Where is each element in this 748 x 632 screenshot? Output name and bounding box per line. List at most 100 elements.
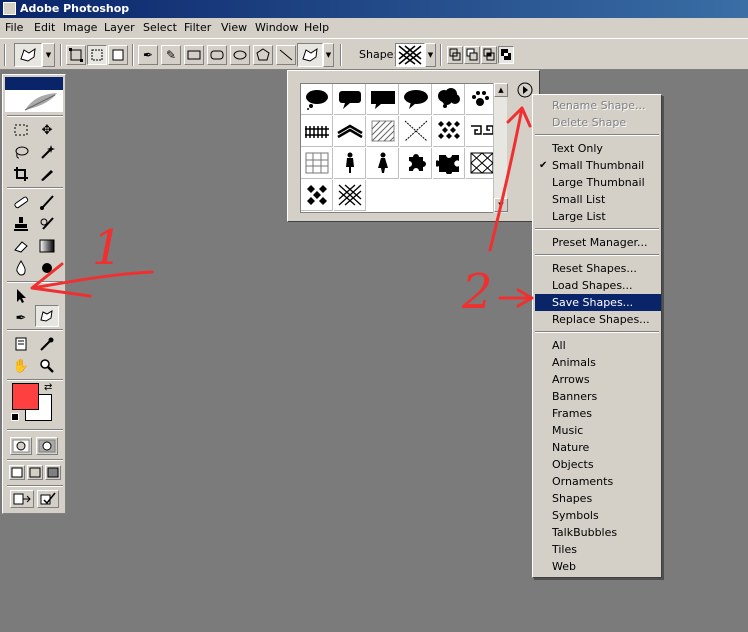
standard-screen-mode-button[interactable] bbox=[9, 465, 25, 480]
menu-item-music[interactable]: Music bbox=[535, 422, 661, 439]
adobe-online-logo[interactable] bbox=[5, 90, 63, 112]
shape-thumbnail[interactable] bbox=[400, 116, 432, 147]
ellipse-tool-button[interactable] bbox=[230, 45, 250, 65]
menu-item-talkbubbles[interactable]: TalkBubbles bbox=[535, 524, 661, 541]
eraser-tool[interactable] bbox=[9, 235, 33, 257]
tool-preset-dropdown[interactable]: ▼ bbox=[42, 43, 55, 67]
menu-item-reset-shapes[interactable]: Reset Shapes... bbox=[535, 260, 661, 277]
menu-help[interactable]: Help bbox=[304, 18, 329, 38]
eyedropper-tool[interactable] bbox=[35, 333, 59, 355]
swap-colors-icon[interactable]: ⇄ bbox=[44, 382, 52, 393]
foreground-color-swatch[interactable] bbox=[12, 383, 39, 410]
custom-shape-tool-button[interactable] bbox=[297, 43, 323, 67]
paths-button[interactable] bbox=[87, 45, 107, 65]
slice-tool[interactable] bbox=[35, 163, 59, 185]
subtract-shape-area-button[interactable] bbox=[464, 46, 480, 64]
shape-thumbnail[interactable] bbox=[400, 84, 432, 115]
menu-item-animals[interactable]: Animals bbox=[535, 354, 661, 371]
blur-tool[interactable] bbox=[9, 257, 33, 279]
menu-select[interactable]: Select bbox=[143, 18, 177, 38]
menu-item-nature[interactable]: Nature bbox=[535, 439, 661, 456]
menu-item-large-list[interactable]: Large List bbox=[535, 208, 661, 225]
shape-thumbnail[interactable] bbox=[367, 148, 399, 179]
shape-layers-button[interactable] bbox=[66, 45, 86, 65]
menu-item-load-shapes[interactable]: Load Shapes... bbox=[535, 277, 661, 294]
hand-tool[interactable]: ✋ bbox=[9, 355, 33, 377]
lasso-tool[interactable] bbox=[9, 141, 33, 163]
shape-thumbnail[interactable] bbox=[334, 148, 366, 179]
menu-edit[interactable]: Edit bbox=[34, 18, 55, 38]
shape-thumbnail[interactable] bbox=[433, 148, 465, 179]
exclude-overlapping-areas-button[interactable] bbox=[498, 46, 514, 64]
feather-edit-button[interactable] bbox=[37, 490, 59, 508]
healing-brush-tool[interactable] bbox=[9, 191, 33, 213]
shape-thumbnail[interactable] bbox=[301, 84, 333, 115]
gradient-tool[interactable] bbox=[35, 235, 59, 257]
brush-tool[interactable] bbox=[35, 191, 59, 213]
move-tool[interactable]: ✥ bbox=[35, 119, 59, 141]
scroll-down-arrow-icon[interactable]: ▼ bbox=[494, 198, 508, 212]
menu-item-all[interactable]: All bbox=[535, 337, 661, 354]
menu-file[interactable]: File bbox=[5, 18, 23, 38]
shape-thumbnail[interactable] bbox=[367, 84, 399, 115]
shape-thumbnail[interactable] bbox=[301, 116, 333, 147]
zoom-tool[interactable] bbox=[35, 355, 59, 377]
menu-item-shapes[interactable]: Shapes bbox=[535, 490, 661, 507]
shape-thumbnail[interactable] bbox=[400, 148, 432, 179]
menu-item-large-thumbnail[interactable]: Large Thumbnail bbox=[535, 174, 661, 191]
pen-tool-button[interactable]: ✒ bbox=[138, 45, 158, 65]
magic-wand-tool[interactable] bbox=[35, 141, 59, 163]
dodge-tool[interactable] bbox=[35, 257, 59, 279]
menu-item-preset-manager[interactable]: Preset Manager... bbox=[535, 234, 661, 251]
shape-picker-scrollbar[interactable]: ▲ ▼ bbox=[493, 83, 508, 213]
freeform-pen-button[interactable]: ✎ bbox=[161, 45, 181, 65]
path-selection-tool[interactable] bbox=[9, 285, 33, 307]
shape-thumbnail[interactable] bbox=[301, 148, 333, 179]
menu-item-replace-shapes[interactable]: Replace Shapes... bbox=[535, 311, 661, 328]
intersect-shape-areas-button[interactable] bbox=[481, 46, 497, 64]
shape-thumbnail[interactable] bbox=[334, 180, 366, 211]
menu-item-tiles[interactable]: Tiles bbox=[535, 541, 661, 558]
menu-item-frames[interactable]: Frames bbox=[535, 405, 661, 422]
marquee-tool[interactable] bbox=[9, 119, 33, 141]
clone-stamp-tool[interactable] bbox=[9, 213, 33, 235]
polygon-tool-button[interactable] bbox=[253, 45, 273, 65]
crop-tool[interactable] bbox=[9, 163, 33, 185]
shape-picker-dropdown[interactable]: ▼ bbox=[425, 43, 436, 67]
shape-tools-dropdown[interactable]: ▼ bbox=[323, 43, 334, 67]
menu-filter[interactable]: Filter bbox=[184, 18, 211, 38]
default-colors-icon[interactable] bbox=[11, 413, 19, 421]
shape-thumbnail[interactable] bbox=[433, 116, 465, 147]
tool-preset-picker[interactable] bbox=[14, 43, 42, 67]
shape-preview[interactable] bbox=[395, 43, 425, 67]
menu-item-arrows[interactable]: Arrows bbox=[535, 371, 661, 388]
quick-mask-button[interactable] bbox=[36, 437, 58, 455]
rounded-rectangle-button[interactable] bbox=[207, 45, 227, 65]
menu-window[interactable]: Window bbox=[255, 18, 298, 38]
menu-item-ornaments[interactable]: Ornaments bbox=[535, 473, 661, 490]
menu-image[interactable]: Image bbox=[63, 18, 97, 38]
menu-layer[interactable]: Layer bbox=[104, 18, 135, 38]
history-brush-tool[interactable] bbox=[35, 213, 59, 235]
menu-item-banners[interactable]: Banners bbox=[535, 388, 661, 405]
standard-mode-button[interactable] bbox=[10, 437, 32, 455]
menu-item-text-only[interactable]: Text Only bbox=[535, 140, 661, 157]
scroll-up-arrow-icon[interactable]: ▲ bbox=[494, 83, 508, 97]
rectangle-tool-button[interactable] bbox=[184, 45, 204, 65]
shape-thumbnail[interactable] bbox=[367, 116, 399, 147]
full-screen-menu-mode-button[interactable] bbox=[27, 465, 43, 480]
full-screen-mode-button[interactable] bbox=[45, 465, 61, 480]
fill-pixels-button[interactable] bbox=[108, 45, 128, 65]
shape-thumbnail[interactable] bbox=[334, 116, 366, 147]
menu-item-web[interactable]: Web bbox=[535, 558, 661, 575]
pen-tool[interactable]: ✒ bbox=[9, 307, 33, 329]
menu-item-symbols[interactable]: Symbols bbox=[535, 507, 661, 524]
shape-thumbnail[interactable] bbox=[334, 84, 366, 115]
menu-item-small-list[interactable]: Small List bbox=[535, 191, 661, 208]
notes-tool[interactable] bbox=[9, 333, 33, 355]
menu-item-objects[interactable]: Objects bbox=[535, 456, 661, 473]
shape-thumbnail[interactable] bbox=[433, 84, 465, 115]
add-to-shape-area-button[interactable] bbox=[447, 46, 463, 64]
menu-view[interactable]: View bbox=[221, 18, 247, 38]
line-tool-button[interactable] bbox=[276, 45, 296, 65]
